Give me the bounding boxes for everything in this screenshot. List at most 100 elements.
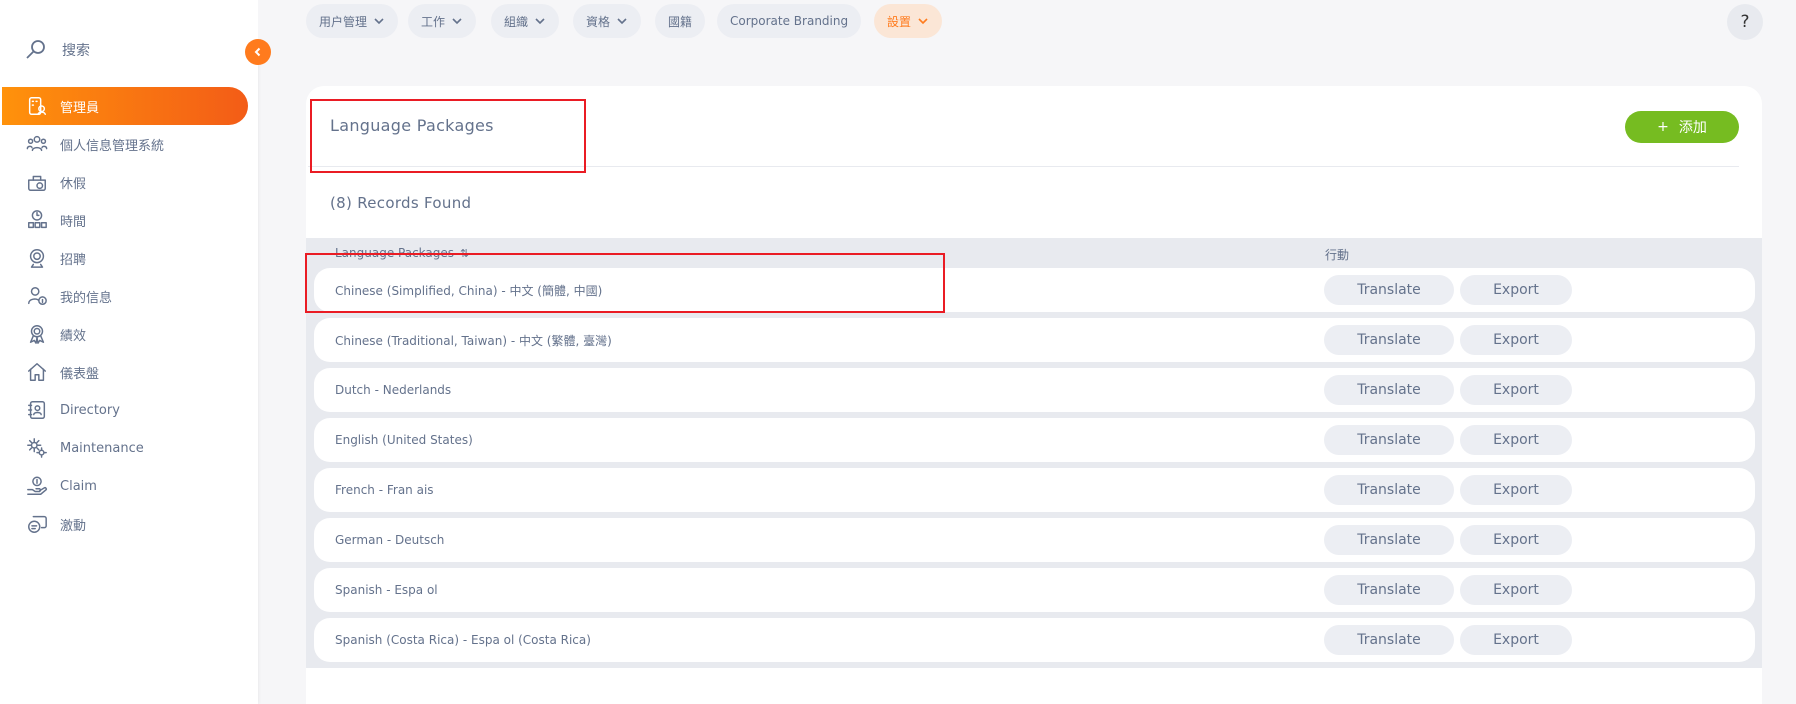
- sidebar-search-label: 搜索: [62, 43, 90, 59]
- translate-button[interactable]: Translate: [1324, 575, 1454, 605]
- claim-icon: [24, 473, 50, 499]
- records-count: (8) Records Found: [330, 194, 472, 212]
- directory-icon: [24, 397, 50, 423]
- translate-button[interactable]: Translate: [1324, 325, 1454, 355]
- export-button[interactable]: Export: [1460, 425, 1572, 455]
- column-header-language[interactable]: Language Packages ⇅: [335, 246, 469, 260]
- table-row: Dutch - Nederlands Translate Export: [314, 368, 1755, 412]
- sidebar-item-label: 激動: [60, 518, 87, 534]
- sort-icon[interactable]: ⇅: [460, 247, 469, 260]
- add-button-label: 添加: [1678, 120, 1707, 136]
- sidebar-item-label: 招聘: [60, 252, 87, 268]
- language-name: Chinese (Simplified, China) - 中文 (簡體, 中國…: [335, 283, 603, 298]
- language-name: Dutch - Nederlands: [335, 383, 452, 397]
- column-header-label: Language Packages: [335, 246, 455, 260]
- language-name: Spanish (Costa Rica) - Espa ol (Costa Ri…: [335, 633, 591, 647]
- chevron-down-icon: [617, 18, 627, 25]
- topnav-job[interactable]: 工作: [408, 4, 477, 38]
- sidebar-item-label: Claim: [60, 478, 97, 494]
- dashboard-icon: [24, 359, 50, 385]
- sidebar: 搜索 管理員 個人信息管理系統 休假 時間 招聘 我的信息 績效 儀表盤 Dir…: [0, 0, 258, 704]
- table-row: English (United States) Translate Export: [314, 418, 1755, 462]
- sidebar-item-label: 管理員: [60, 100, 100, 116]
- topnav-label: 組織: [504, 14, 529, 29]
- translate-button[interactable]: Translate: [1324, 625, 1454, 655]
- admin-icon: [24, 93, 50, 119]
- topnav-qualifications[interactable]: 資格: [573, 4, 642, 38]
- sidebar-item-time[interactable]: 時間: [2, 201, 248, 239]
- sidebar-item-label: Maintenance: [60, 440, 144, 456]
- language-name: English (United States): [335, 433, 473, 447]
- sidebar-item-directory[interactable]: Directory: [2, 391, 248, 429]
- translate-button[interactable]: Translate: [1324, 375, 1454, 405]
- sidebar-item-dashboard[interactable]: 儀表盤: [2, 353, 248, 391]
- export-button[interactable]: Export: [1460, 375, 1572, 405]
- topnav-organization[interactable]: 組織: [491, 4, 560, 38]
- topnav-configuration[interactable]: 設置: [874, 4, 943, 38]
- topnav-label: 設置: [887, 14, 912, 29]
- topnav-user-management[interactable]: 用户管理: [306, 4, 399, 38]
- sidebar-item-admin[interactable]: 管理員: [2, 87, 248, 125]
- sidebar-collapse-button[interactable]: [245, 39, 271, 65]
- translate-button[interactable]: Translate: [1324, 475, 1454, 505]
- translate-button[interactable]: Translate: [1324, 275, 1454, 305]
- sidebar-item-buzz[interactable]: 激動: [2, 505, 248, 543]
- sidebar-item-leave[interactable]: 休假: [2, 163, 248, 201]
- topnav-corporate-branding[interactable]: Corporate Branding: [717, 4, 862, 38]
- maintenance-icon: [24, 435, 50, 461]
- sidebar-item-maintenance[interactable]: Maintenance: [2, 429, 248, 467]
- buzz-icon: [24, 511, 50, 537]
- language-packages-table: Language Packages ⇅ 行動 Chinese (Simplifie…: [306, 238, 1762, 668]
- page-title: Language Packages: [330, 116, 494, 135]
- sidebar-item-label: 績效: [60, 328, 87, 344]
- sidebar-item-claim[interactable]: Claim: [2, 467, 248, 505]
- sidebar-item-label: 儀表盤: [60, 366, 100, 382]
- export-button[interactable]: Export: [1460, 525, 1572, 555]
- topnav-label: 工作: [421, 14, 446, 29]
- translate-button[interactable]: Translate: [1324, 425, 1454, 455]
- leave-icon: [24, 169, 50, 195]
- language-name: Chinese (Traditional, Taiwan) - 中文 (繁體, …: [335, 333, 612, 348]
- performance-icon: [24, 321, 50, 347]
- table-row: French - Fran ais Translate Export: [314, 468, 1755, 512]
- table-row: Spanish (Costa Rica) - Espa ol (Costa Ri…: [314, 618, 1755, 662]
- add-button[interactable]: + 添加: [1625, 111, 1739, 143]
- table-row: Chinese (Traditional, Taiwan) - 中文 (繁體, …: [314, 318, 1755, 362]
- search-icon: [26, 40, 45, 59]
- sidebar-search[interactable]: 搜索: [24, 38, 90, 62]
- pim-icon: [24, 131, 50, 157]
- export-button[interactable]: Export: [1460, 275, 1572, 305]
- column-header-actions: 行動: [1325, 248, 1350, 262]
- table-row: Spanish - Espa ol Translate Export: [314, 568, 1755, 612]
- chevron-down-icon: [374, 18, 384, 25]
- sidebar-item-performance[interactable]: 績效: [2, 315, 248, 353]
- sidebar-item-recruitment[interactable]: 招聘: [2, 239, 248, 277]
- plus-icon: +: [1657, 119, 1669, 135]
- table-row: German - Deutsch Translate Export: [314, 518, 1755, 562]
- sidebar-item-my-info[interactable]: 我的信息: [2, 277, 248, 315]
- help-button[interactable]: ?: [1727, 4, 1763, 40]
- topnav-nationalities[interactable]: 國籍: [655, 4, 706, 38]
- chevron-left-icon: [254, 47, 261, 57]
- topnav-label: 資格: [586, 14, 611, 29]
- sidebar-item-pim[interactable]: 個人信息管理系統: [2, 125, 248, 163]
- export-button[interactable]: Export: [1460, 625, 1572, 655]
- chevron-down-icon: [918, 18, 928, 25]
- export-button[interactable]: Export: [1460, 475, 1572, 505]
- language-name: French - Fran ais: [335, 483, 434, 497]
- time-icon: [24, 207, 50, 233]
- sidebar-item-label: 時間: [60, 214, 87, 230]
- topnav-label: 國籍: [668, 14, 693, 29]
- my-info-icon: [24, 283, 50, 309]
- topnav-label: Corporate Branding: [730, 14, 849, 28]
- translate-button[interactable]: Translate: [1324, 525, 1454, 555]
- recruitment-icon: [24, 245, 50, 271]
- sidebar-item-label: 休假: [60, 176, 87, 192]
- topnav-label: 用户管理: [319, 14, 368, 29]
- top-navigation: 用户管理 工作 組織 資格 國籍 Corporate Branding 設置: [258, 0, 1796, 48]
- language-name: German - Deutsch: [335, 533, 445, 547]
- language-packages-card: Language Packages + 添加 (8) Records Found…: [306, 86, 1762, 704]
- sidebar-item-label: Directory: [60, 402, 120, 418]
- export-button[interactable]: Export: [1460, 325, 1572, 355]
- export-button[interactable]: Export: [1460, 575, 1572, 605]
